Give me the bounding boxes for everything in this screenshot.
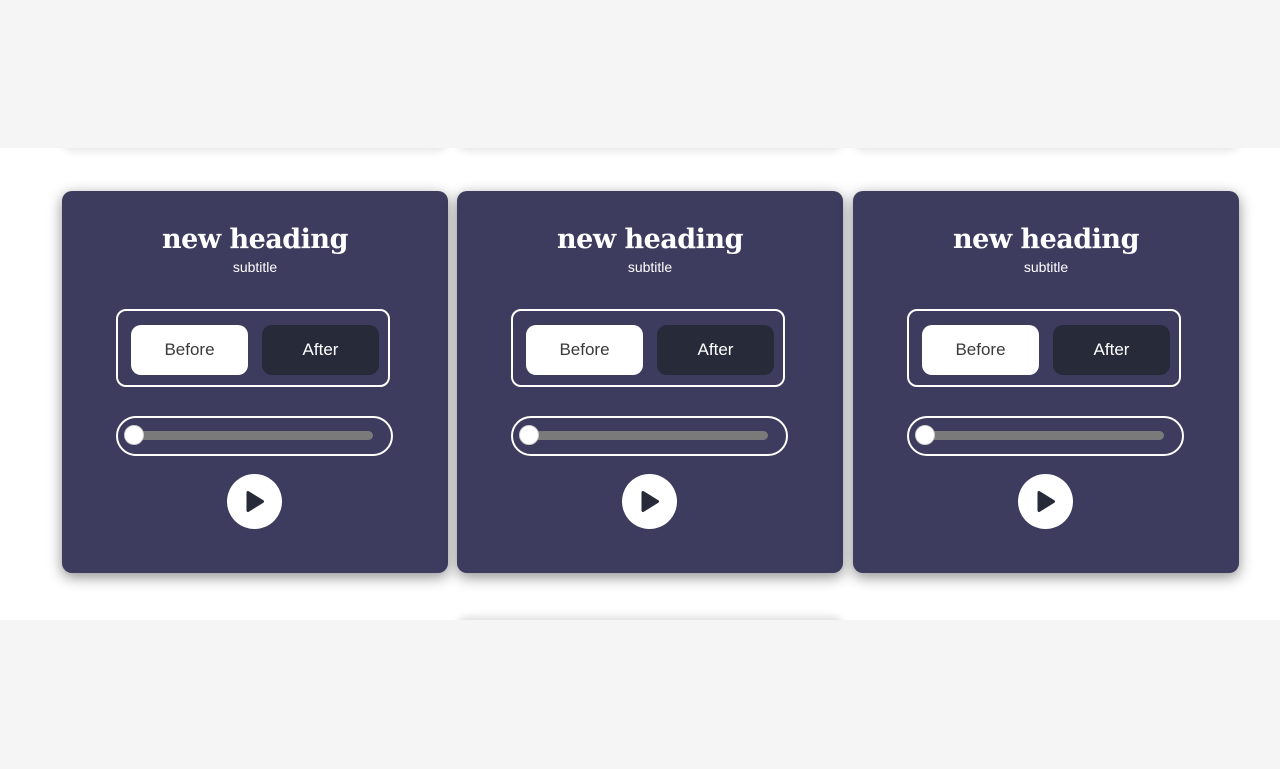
before-button[interactable]: Before [131, 325, 248, 375]
before-button[interactable]: Before [526, 325, 643, 375]
after-button[interactable]: After [657, 325, 774, 375]
after-button[interactable]: After [262, 325, 379, 375]
slider-track [915, 425, 1164, 445]
card-title: new heading [162, 224, 348, 255]
play-icon [1037, 491, 1055, 512]
slider-thumb[interactable] [519, 425, 539, 445]
progress-slider[interactable] [907, 416, 1184, 456]
progress-slider[interactable] [116, 416, 393, 456]
slider-track [124, 425, 373, 445]
play-button[interactable] [622, 474, 677, 529]
audio-card: new heading subtitle Before After [457, 191, 843, 573]
card-carousel: new heading subtitle Before After new he… [0, 148, 1280, 620]
before-button[interactable]: Before [922, 325, 1039, 375]
slider-thumb[interactable] [124, 425, 144, 445]
card-title: new heading [557, 224, 743, 255]
card-subtitle: subtitle [627, 259, 673, 275]
card-title: new heading [953, 224, 1139, 255]
card-subtitle: subtitle [232, 259, 278, 275]
before-after-toggle: Before After [116, 309, 390, 387]
slider-thumb[interactable] [915, 425, 935, 445]
audio-card: new heading subtitle Before After [62, 191, 448, 573]
progress-slider[interactable] [511, 416, 788, 456]
play-icon [641, 491, 659, 512]
play-button[interactable] [1018, 474, 1073, 529]
play-icon [246, 491, 264, 512]
before-after-toggle: Before After [907, 309, 1181, 387]
before-after-toggle: Before After [511, 309, 785, 387]
after-button[interactable]: After [1053, 325, 1170, 375]
play-button[interactable] [227, 474, 282, 529]
slider-track [519, 425, 768, 445]
card-subtitle: subtitle [1023, 259, 1069, 275]
audio-card: new heading subtitle Before After [853, 191, 1239, 573]
